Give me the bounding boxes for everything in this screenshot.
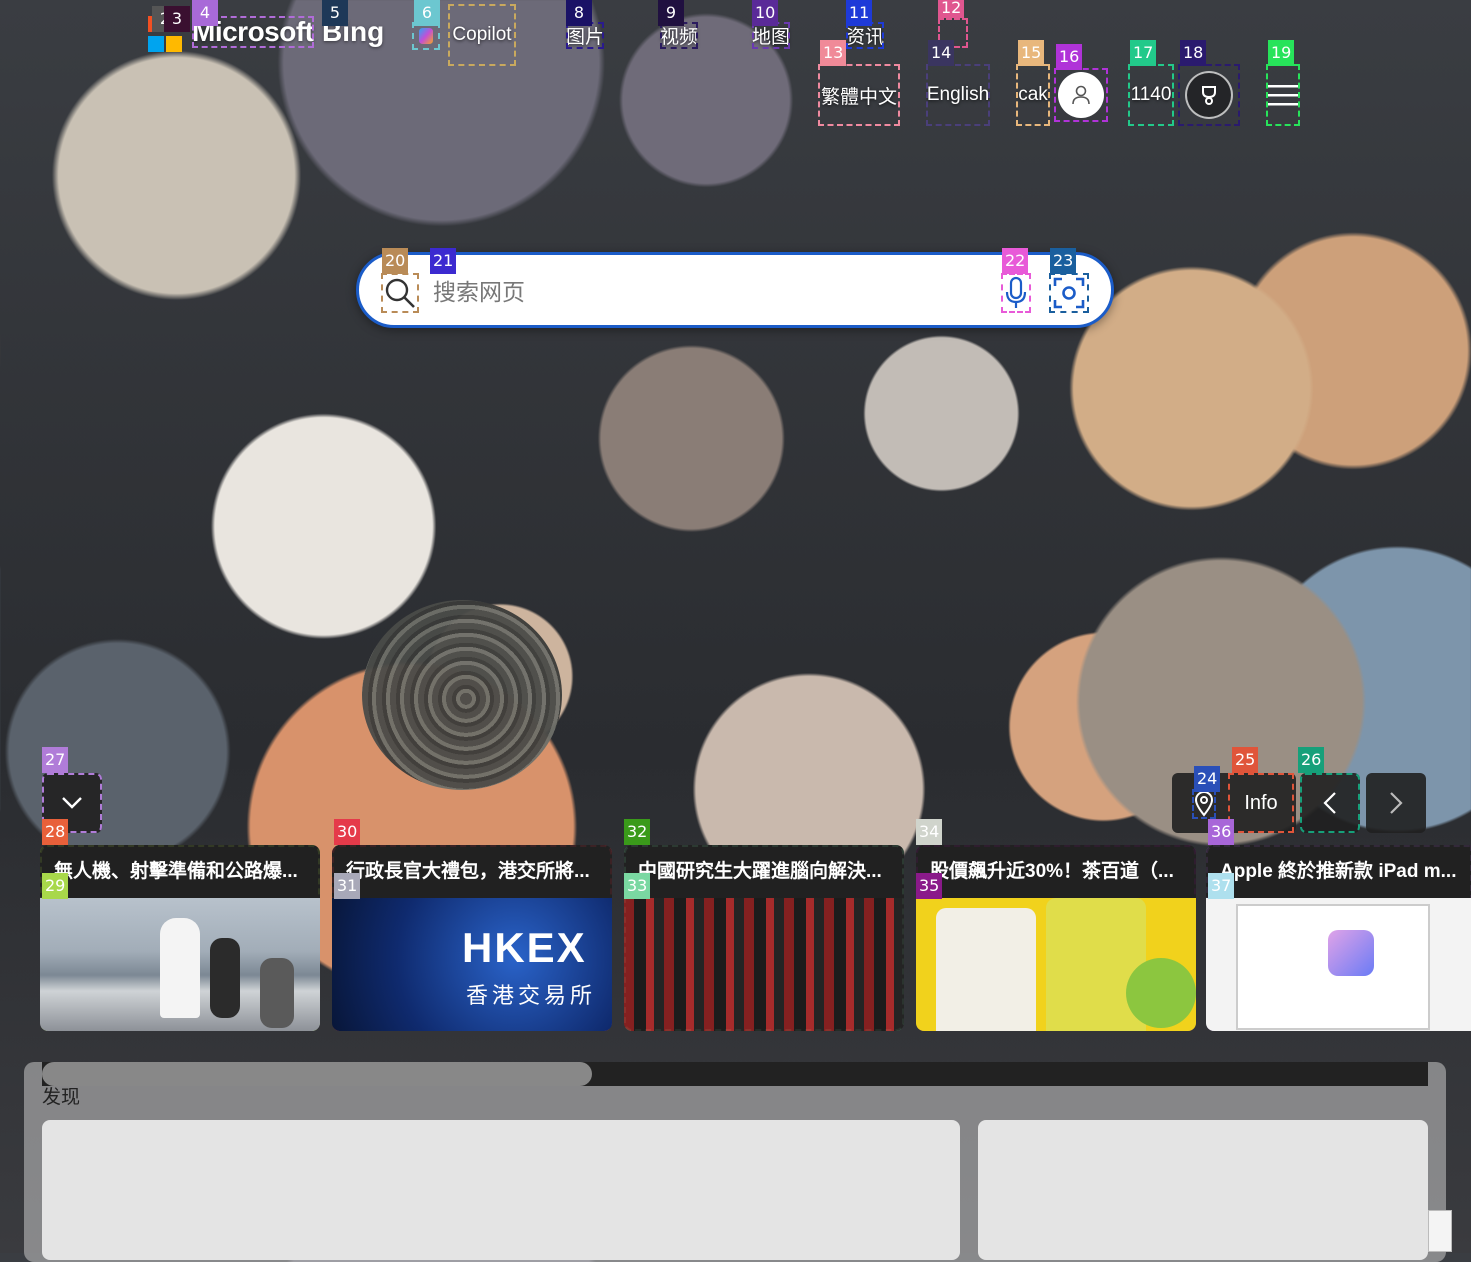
marker-badge: 16 — [1056, 44, 1083, 70]
news-card-image[interactable] — [40, 898, 320, 1031]
marker-badge: 32 — [624, 819, 651, 845]
marker-badge: 12 — [938, 0, 965, 18]
marker-badge: 5 — [322, 0, 348, 26]
news-card-image[interactable]: HKEX 香港交易所 — [332, 898, 612, 1031]
username-link[interactable]: cak — [1016, 64, 1050, 126]
chevron-left-icon — [1323, 792, 1336, 814]
marker-badge: 20 — [382, 248, 409, 274]
marker-badge: 17 — [1130, 40, 1157, 66]
lang-traditional-chinese[interactable]: 繁體中文 — [818, 64, 900, 126]
marker-badge: 33 — [624, 873, 651, 899]
marker-badge: 31 — [334, 873, 361, 899]
nav-news[interactable]: 资讯 — [846, 22, 885, 49]
news-card-image[interactable] — [916, 898, 1196, 1031]
ipad-screen — [1236, 904, 1430, 1030]
hkex-subtitle: 香港交易所 — [466, 983, 597, 1008]
person-figure — [260, 958, 294, 1028]
marker-badge: 37 — [1208, 873, 1235, 899]
news-card-title[interactable]: Apple 終於推新款 iPad m... — [1206, 845, 1471, 898]
marker-badge: 14 — [928, 40, 955, 66]
marker-badge: 9 — [658, 0, 684, 26]
marker-badge: 25 — [1232, 747, 1259, 773]
hamburger-menu-button[interactable] — [1266, 64, 1300, 126]
news-card[interactable]: 中國研究生大躍進腦向解決... — [624, 845, 904, 1031]
chevron-down-icon — [62, 797, 82, 809]
hkex-logo-text: HKEX — [462, 924, 587, 971]
trophy-icon — [1185, 71, 1233, 119]
ammonite-background — [362, 600, 562, 790]
news-card-title[interactable]: 行政長官大禮包，港交所將... — [332, 845, 612, 898]
marker-badge: 11 — [846, 0, 873, 26]
marker-badge: 13 — [820, 40, 847, 66]
avatar-icon — [1058, 72, 1104, 118]
marker-badge: 15 — [1018, 40, 1045, 66]
logo-yellow-square — [166, 36, 182, 52]
location-pin-icon[interactable] — [1192, 789, 1216, 819]
news-card-title[interactable]: 無人機、射擊準備和公路爆... — [40, 845, 320, 898]
marker-badge: 28 — [42, 819, 69, 845]
marker-badge: 3 — [164, 6, 190, 32]
horizontal-scrollbar[interactable] — [42, 1062, 1428, 1086]
camera-search-icon — [1053, 277, 1085, 309]
discover-panel-left[interactable] — [42, 1120, 960, 1260]
news-card-image[interactable] — [624, 898, 904, 1031]
page-scroll-button[interactable] — [1428, 1210, 1452, 1252]
marker-badge: 35 — [916, 873, 943, 899]
top-bar: Microsoft Bing Copilot 图片 视频 地图 资讯 繁體中文 … — [0, 0, 1471, 130]
search-button[interactable] — [381, 273, 419, 313]
person-figure — [160, 918, 200, 1018]
marker-badge: 8 — [566, 0, 592, 26]
news-card[interactable]: 行政長官大禮包，港交所將... HKEX 香港交易所 — [332, 845, 612, 1031]
rewards-button[interactable] — [1178, 64, 1240, 126]
marker-badge: 23 — [1050, 248, 1077, 274]
marker-badge: 36 — [1208, 819, 1235, 845]
marker-badge: 30 — [334, 819, 361, 845]
microphone-icon — [1005, 276, 1027, 308]
lang-english[interactable]: English — [926, 64, 990, 126]
marker-badge: 34 — [916, 819, 943, 845]
news-card-image[interactable] — [1206, 898, 1471, 1031]
marker-badge: 18 — [1180, 40, 1207, 66]
scrollbar-thumb[interactable] — [42, 1062, 592, 1086]
carousel-prev-button[interactable] — [1300, 773, 1360, 833]
marker-badge: 10 — [752, 0, 779, 26]
marker-badge: 19 — [1268, 40, 1295, 66]
drink-cup — [936, 908, 1036, 1031]
carousel-next-button[interactable] — [1366, 773, 1426, 833]
search-input[interactable] — [431, 273, 991, 311]
search-icon — [385, 278, 415, 308]
person-figure — [210, 938, 240, 1018]
profile-button[interactable] — [1054, 68, 1108, 122]
nav-maps[interactable]: 地图 — [752, 22, 791, 49]
app-icon — [1328, 930, 1374, 976]
visual-search-button[interactable] — [1049, 273, 1089, 313]
info-button[interactable]: Info — [1228, 773, 1294, 833]
discover-panel-right[interactable] — [978, 1120, 1428, 1260]
marker-badge: 29 — [42, 873, 69, 899]
marker-badge: 21 — [430, 248, 457, 274]
lime-slice — [1126, 958, 1196, 1028]
news-card[interactable]: 股價飆升近30%！茶百道（... — [916, 845, 1196, 1031]
nav-videos[interactable]: 视频 — [660, 22, 699, 49]
voice-search-button[interactable] — [1001, 273, 1031, 313]
news-card-title[interactable]: 中國研究生大躍進腦向解決... — [624, 845, 904, 898]
nav-copilot[interactable]: Copilot — [448, 4, 516, 66]
news-card[interactable]: Apple 終於推新款 iPad m... — [1206, 845, 1471, 1031]
hamburger-icon — [1268, 85, 1298, 106]
nav-images[interactable]: 图片 — [566, 22, 605, 49]
marker-badge: 6 — [414, 0, 440, 26]
news-card[interactable]: 無人機、射擊準備和公路爆... — [40, 845, 320, 1031]
rewards-points[interactable]: 1140 — [1128, 64, 1174, 126]
logo-blue-square — [148, 36, 164, 52]
marker-badge: 4 — [192, 0, 218, 26]
marker-badge: 24 — [1194, 766, 1221, 792]
marker-badge: 22 — [1002, 248, 1029, 274]
news-card-title[interactable]: 股價飆升近30%！茶百道（... — [916, 845, 1196, 898]
copilot-icon[interactable] — [412, 22, 440, 50]
chevron-right-icon — [1390, 792, 1403, 814]
marker-badge: 27 — [42, 747, 69, 773]
discover-title: 发现 — [42, 1087, 81, 1108]
marker-badge: 26 — [1298, 747, 1325, 773]
search-box — [356, 252, 1114, 328]
